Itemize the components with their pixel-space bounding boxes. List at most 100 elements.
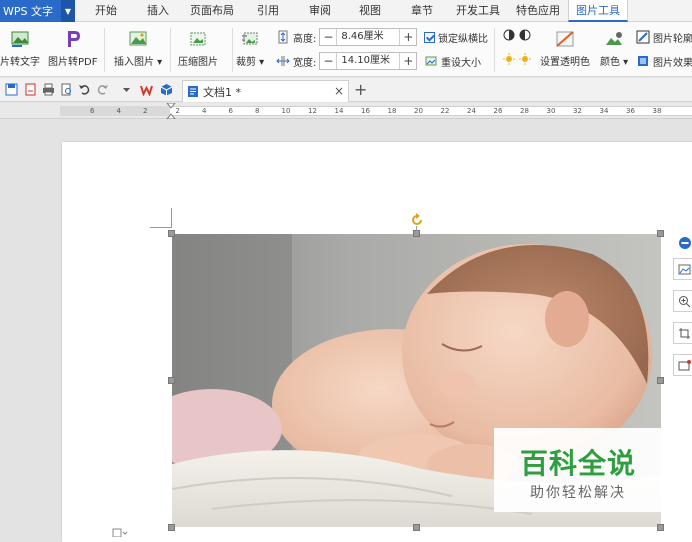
crop-label: 裁剪 ▾	[236, 57, 265, 68]
height-increase-button[interactable]: +	[400, 29, 416, 45]
horizontal-ruler[interactable]: 6 4 2 2 4 6 8 10 12 14 16 18 20 22 24 26 28 30 32 34 36 38	[0, 103, 692, 119]
layout-option-button[interactable]	[673, 258, 692, 280]
more-float-button[interactable]	[673, 354, 692, 376]
picture-effect-label: 图片效果	[653, 57, 692, 69]
color-button[interactable]: 颜色 ▾	[600, 22, 628, 68]
width-stepper[interactable]: − 14.10厘米 +	[319, 52, 418, 70]
print-preview-icon[interactable]	[60, 83, 73, 96]
crop-button[interactable]: 裁剪 ▾	[236, 22, 264, 68]
height-icon	[278, 30, 288, 44]
height-label: 高度:	[293, 33, 317, 45]
resize-handle-left[interactable]	[168, 377, 175, 384]
pic-to-pdf-button[interactable]: 图片转PDF	[48, 22, 97, 68]
crop-icon	[679, 328, 690, 339]
chevron-down-icon[interactable]	[120, 83, 133, 96]
resize-handle-bottom[interactable]	[413, 524, 420, 531]
ruler-number: 10	[281, 107, 291, 115]
checkbox-checked-icon[interactable]	[424, 31, 435, 43]
picture-outline-label: 图片轮廓	[653, 33, 692, 45]
resize-handle-bottom-left[interactable]	[168, 524, 175, 531]
paste-option-icon[interactable]	[112, 528, 128, 537]
picture-color-icon	[606, 32, 623, 45]
tab-view[interactable]: 视图	[352, 0, 388, 22]
new-tab-button[interactable]: +	[354, 80, 367, 99]
width-icon	[276, 56, 290, 66]
compress-picture-button[interactable]: 压缩图片	[178, 22, 218, 68]
app-menu-button[interactable]: WPS 文字 ▼	[0, 0, 75, 22]
width-increase-button[interactable]: +	[400, 53, 416, 69]
tab-references[interactable]: 引用	[250, 0, 286, 22]
color-text: 颜色	[600, 57, 620, 68]
contrast-icons[interactable]	[503, 28, 535, 42]
ruler-number: 4	[116, 107, 121, 115]
ruler-number: 18	[387, 107, 397, 115]
tab-developer[interactable]: 开发工具	[452, 0, 504, 22]
insert-picture-text: 插入图片	[114, 57, 154, 68]
tab-home[interactable]: 开始	[88, 0, 124, 22]
save-icon[interactable]	[5, 83, 18, 96]
picture-outline-button[interactable]: 图片轮廓	[636, 28, 692, 46]
export-pdf-icon[interactable]	[24, 83, 37, 96]
ruler-number: 28	[520, 107, 529, 115]
insert-picture-label: 插入图片 ▾	[114, 57, 163, 68]
resize-handle-bottom-right[interactable]	[657, 524, 664, 531]
tab-special[interactable]: 特色应用	[512, 0, 564, 22]
ruler-number: 26	[493, 107, 503, 115]
ruler-number: 30	[546, 107, 556, 115]
resize-handle-top-right[interactable]	[657, 230, 664, 237]
chevron-down-icon[interactable]: ▼	[61, 0, 75, 22]
insert-picture-button[interactable]: 插入图片 ▾	[114, 22, 162, 68]
height-row: 高度: − 8.46厘米 +	[276, 28, 418, 46]
pic-to-text-button[interactable]: 片转文字	[0, 22, 40, 68]
color-label: 颜色 ▾	[600, 57, 629, 68]
ruler-number: 14	[334, 107, 344, 115]
cloud-cube-icon[interactable]	[160, 83, 173, 96]
reset-size-button[interactable]: 重设大小	[424, 52, 481, 70]
tab-review[interactable]: 审阅	[302, 0, 338, 22]
resize-handle-top-left[interactable]	[168, 230, 175, 237]
pic-to-text-label: 片转文字	[0, 57, 40, 68]
height-input[interactable]: 8.46厘米	[336, 29, 401, 45]
zoom-picture-button[interactable]	[673, 290, 692, 312]
outline-icon	[636, 30, 650, 44]
print-icon[interactable]	[42, 83, 55, 96]
insert-picture-icon	[129, 31, 147, 46]
wps-logo-icon[interactable]	[140, 83, 153, 96]
width-input[interactable]: 14.10厘米	[336, 53, 401, 69]
tab-picture-tools[interactable]: 图片工具	[568, 0, 628, 22]
ribbon-separator	[104, 28, 105, 72]
ribbon: 片转文字 图片转PDF 插入图片 ▾ 压缩图片 裁剪 ▾ 高度: − 8.46厘…	[0, 22, 692, 77]
ruler-number: 4	[202, 107, 207, 115]
redo-icon[interactable]	[96, 83, 109, 96]
lock-ratio-checkbox[interactable]: 锁定纵横比	[424, 28, 488, 46]
height-decrease-button[interactable]: −	[320, 29, 336, 45]
document-tab[interactable]: 文档1 * ×	[182, 80, 349, 102]
tab-chapter[interactable]: 章节	[404, 0, 440, 22]
height-stepper[interactable]: − 8.46厘米 +	[319, 28, 418, 46]
rotate-handle-icon[interactable]	[410, 213, 424, 227]
zoom-in-icon	[679, 296, 691, 308]
resize-handle-right[interactable]	[657, 377, 664, 384]
rotate-handle-line	[416, 226, 417, 231]
layout-icon	[678, 264, 691, 275]
ribbon-separator	[494, 28, 495, 72]
width-decrease-button[interactable]: −	[320, 53, 336, 69]
pdf-icon	[67, 31, 80, 47]
brightness-icons[interactable]	[503, 52, 535, 66]
close-icon[interactable]: ×	[334, 84, 344, 98]
ruler-number: 20	[414, 107, 423, 115]
ruler-number: 2	[143, 107, 148, 115]
resize-handle-top[interactable]	[413, 230, 420, 237]
indent-marker-icon[interactable]	[166, 103, 176, 119]
watermark-logo: 百科全说 助你轻松解决	[494, 428, 662, 512]
crop-float-button[interactable]	[673, 322, 692, 344]
picture-effect-button[interactable]: 图片效果	[636, 52, 692, 70]
tab-page-layout[interactable]: 页面布局	[188, 0, 236, 22]
undo-icon[interactable]	[78, 83, 91, 96]
reset-size-icon	[425, 56, 437, 66]
tab-insert[interactable]: 插入	[140, 0, 176, 22]
quick-access-bar: 文档1 * × +	[0, 78, 692, 102]
set-transparent-button[interactable]: 设置透明色	[540, 22, 590, 68]
document-tab-label: 文档1 *	[203, 85, 241, 99]
collapse-circle-icon[interactable]	[678, 236, 692, 250]
